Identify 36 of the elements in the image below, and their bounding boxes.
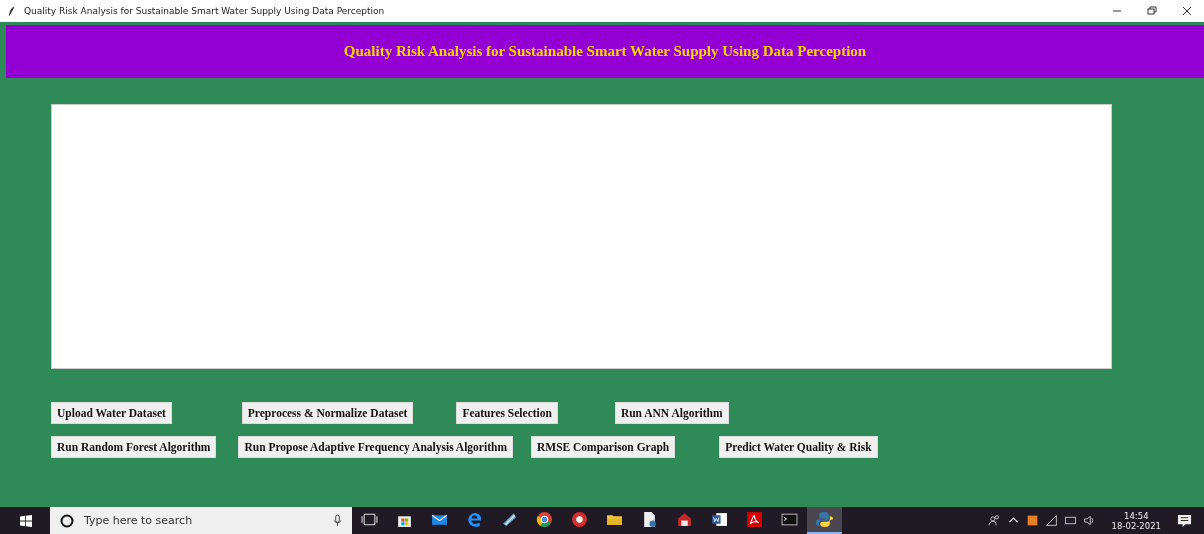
people-icon[interactable]: [987, 514, 1001, 527]
microphone-icon[interactable]: [333, 514, 342, 527]
browser-icon: [536, 511, 553, 528]
paint-app-icon: [501, 511, 518, 528]
media-app-icon: [571, 511, 588, 528]
cortana-circle-icon: [60, 513, 74, 528]
clock-time: 14:54: [1124, 510, 1149, 521]
search-box[interactable]: Type here to search: [50, 507, 352, 534]
window-title: Quality Risk Analysis for Sustainable Smart Water Supply Using Data Perception: [24, 6, 385, 16]
speaker-icon[interactable]: [1082, 514, 1096, 527]
windows-start-icon[interactable]: [20, 514, 32, 527]
action-button[interactable]: Preprocess & Normalize Dataset: [241, 402, 414, 424]
app-heading: Quality Risk Analysis for Sustainable Smart Water Supply Using Data Perception: [343, 43, 867, 60]
feather-icon: [8, 6, 16, 16]
close-icon[interactable]: [1182, 6, 1192, 16]
action-button[interactable]: RMSE Comparison Graph: [530, 436, 676, 458]
clock[interactable]: 14:54 18-02-2021: [1111, 510, 1161, 531]
task-view-icon: [361, 511, 378, 528]
clock-date: 18-02-2021: [1111, 520, 1161, 531]
action-button[interactable]: Predict Water Quality & Risk: [719, 436, 878, 458]
pdf-icon: [746, 511, 763, 528]
action-button[interactable]: Run Random Forest Algorithm: [51, 436, 217, 458]
action-button[interactable]: Run ANN Algorithm: [614, 402, 729, 424]
word-document-icon: [711, 511, 728, 528]
action-button[interactable]: Features Selection: [456, 402, 558, 424]
document-icon: [641, 511, 658, 528]
app-tray-icon[interactable]: [1025, 514, 1039, 527]
restore-icon[interactable]: [1147, 6, 1157, 16]
action-button[interactable]: Upload Water Dataset: [51, 402, 172, 424]
search-field[interactable]: Type here to search: [82, 513, 333, 528]
notification-icon[interactable]: [1177, 513, 1192, 528]
browser-icon: [466, 511, 483, 528]
terminal-icon: [781, 511, 798, 528]
python-icon: [816, 511, 833, 528]
action-button[interactable]: Run Propose Adaptive Frequency Analysis Algorithm: [238, 436, 513, 458]
taskbar-button[interactable]: [807, 507, 842, 534]
